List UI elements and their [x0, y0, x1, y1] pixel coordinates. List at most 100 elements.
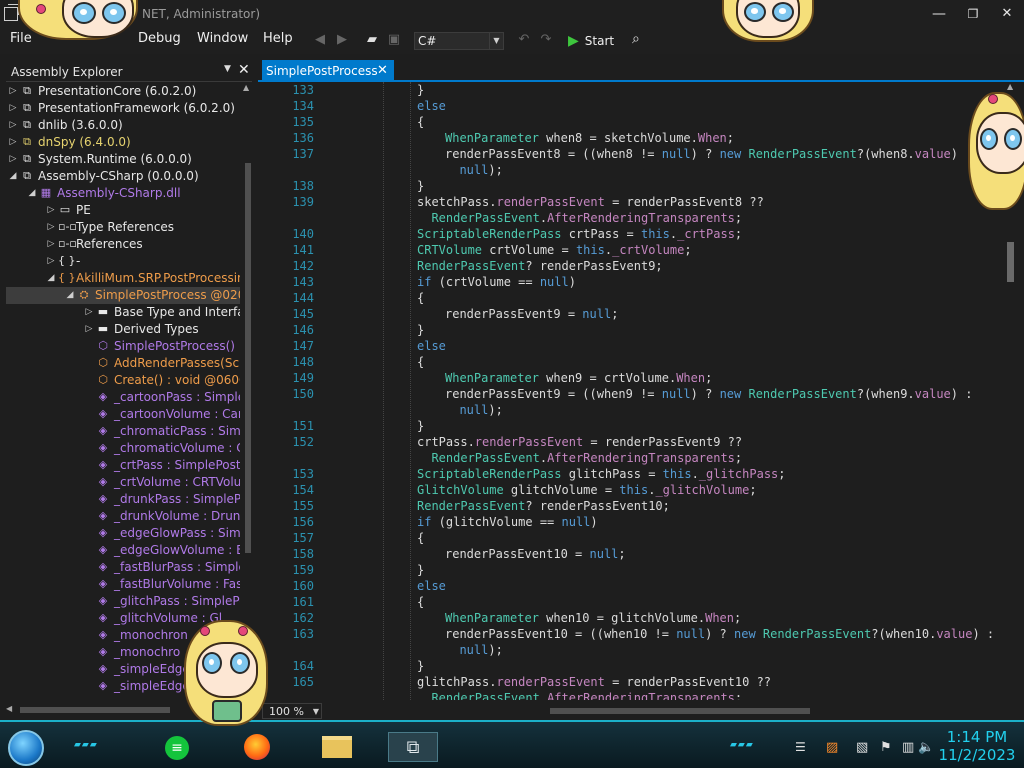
expand-icon[interactable]: ▷: [46, 253, 56, 270]
code-line[interactable]: 144 {: [280, 290, 1004, 306]
code-line[interactable]: RenderPassEvent.AfterRenderingTransparen…: [280, 210, 1004, 226]
scroll-up-icon[interactable]: ▲: [243, 83, 249, 92]
scrollbar-thumb[interactable]: [20, 707, 170, 713]
code-line[interactable]: 146}: [280, 322, 1004, 338]
tree-item[interactable]: ◈ _drunkVolume : Drunk: [6, 508, 240, 525]
code-line[interactable]: 133}: [280, 82, 1004, 98]
code-line[interactable]: 156 if (glitchVolume == null): [280, 514, 1004, 530]
close-icon[interactable]: ✕: [377, 60, 388, 82]
tree-item[interactable]: ⬡ SimplePostProcess() : v: [6, 338, 240, 355]
code-line[interactable]: 142 RenderPassEvent? renderPassEvent9;: [280, 258, 1004, 274]
code-line[interactable]: 140 ScriptableRenderPass crtPass = this._…: [280, 226, 1004, 242]
collapse-icon[interactable]: ◢: [8, 168, 18, 185]
collapse-icon[interactable]: ◢: [46, 270, 56, 287]
code-line[interactable]: 157 {: [280, 530, 1004, 546]
scrollbar-thumb[interactable]: [550, 708, 810, 714]
code-line[interactable]: RenderPassEvent.AfterRenderingTransparen…: [280, 690, 1004, 700]
menu-window[interactable]: Window: [197, 31, 248, 46]
code-line[interactable]: 141 CRTVolume crtVolume = this._crtVolume…: [280, 242, 1004, 258]
tree-item[interactable]: ◈ _cartoonVolume : Cart: [6, 406, 240, 423]
code-line[interactable]: 151}: [280, 418, 1004, 434]
editor-horizontal-scrollbar[interactable]: [330, 707, 1010, 715]
flag-icon[interactable]: ⚑: [880, 740, 892, 755]
show-hidden-icons-icon[interactable]: ☰: [795, 740, 806, 754]
redo-icon[interactable]: ↷: [538, 32, 554, 48]
tree-item[interactable]: ▷ ▬ Derived Types: [6, 321, 240, 338]
code-line[interactable]: 147 else: [280, 338, 1004, 354]
code-line[interactable]: 155 RenderPassEvent? renderPassEvent10;: [280, 498, 1004, 514]
code-line[interactable]: 137 renderPassEvent8 = ((when8 != null) ?…: [280, 146, 1004, 162]
navigate-back-icon[interactable]: ◀: [312, 32, 328, 48]
tree-item[interactable]: ▷ ⧉ PresentationFramework (6.0.2.0): [6, 100, 240, 117]
tree-item[interactable]: ▷ ▭ PE: [6, 202, 240, 219]
tree-item[interactable]: ▷ ⧉ dnlib (3.6.0.0): [6, 117, 240, 134]
language-select[interactable]: C# ▼: [414, 32, 504, 50]
open-folder-icon[interactable]: ▰: [364, 32, 380, 48]
expand-icon[interactable]: ▷: [84, 304, 94, 321]
tree-item[interactable]: ◈ _drunkPass : SimplePo: [6, 491, 240, 508]
clock[interactable]: 1:14 PM 11/2/2023: [934, 728, 1020, 764]
code-line[interactable]: RenderPassEvent.AfterRenderingTransparen…: [280, 450, 1004, 466]
code-line[interactable]: 149 WhenParameter when9 = crtVolume.When;: [280, 370, 1004, 386]
tree-item[interactable]: ◈ _chromaticVolume : C: [6, 440, 240, 457]
tree-item[interactable]: ◈ _glitchPass : SimplePo: [6, 593, 240, 610]
close-button[interactable]: ✕: [990, 0, 1024, 28]
explorer-vertical-scrollbar[interactable]: ▲: [242, 83, 254, 706]
search-icon[interactable]: ⌕: [632, 31, 650, 49]
code-line[interactable]: 160 else: [280, 578, 1004, 594]
code-line[interactable]: 143 if (crtVolume == null): [280, 274, 1004, 290]
tree-item[interactable]: ◢{ } AkilliMum.SRP.PostProcessing: [6, 270, 240, 287]
code-line[interactable]: 165 glitchPass.renderPassEvent = renderPa…: [280, 674, 1004, 690]
taskbar-app-file-explorer[interactable]: [312, 732, 362, 762]
tree-item[interactable]: ◈ _cartoonPass : SimpleF: [6, 389, 240, 406]
tree-item[interactable]: ▷ ▫-▫ Type References: [6, 219, 240, 236]
code-line[interactable]: 159}: [280, 562, 1004, 578]
maximize-button[interactable]: ❐: [956, 0, 990, 28]
tree-item[interactable]: ⬡ Create() : void @06000: [6, 372, 240, 389]
image-icon[interactable]: ▧: [856, 740, 868, 755]
tree-item[interactable]: ▷ ⧉ System.Runtime (6.0.0.0): [6, 151, 240, 168]
code-line[interactable]: 138}: [280, 178, 1004, 194]
expand-icon[interactable]: ▷: [8, 83, 18, 100]
code-line[interactable]: null);: [280, 402, 1004, 418]
tree-item[interactable]: ◈ _edgeGlowPass : Simp: [6, 525, 240, 542]
tree-item[interactable]: ▷▬ Base Type and Interfaces: [6, 304, 240, 321]
code-line[interactable]: 161 {: [280, 594, 1004, 610]
expand-icon[interactable]: ▷: [84, 321, 94, 338]
expand-icon[interactable]: ▷: [8, 117, 18, 134]
save-all-icon[interactable]: ▣: [386, 32, 402, 48]
tree-item[interactable]: ▷{ } -: [6, 253, 240, 270]
code-line[interactable]: 135 {: [280, 114, 1004, 130]
scrollbar-thumb[interactable]: [245, 163, 251, 553]
undo-icon[interactable]: ↶: [516, 32, 532, 48]
code-line[interactable]: 145 renderPassEvent9 = null;: [280, 306, 1004, 322]
code-line[interactable]: 134 else: [280, 98, 1004, 114]
tree-item[interactable]: ◈ _crtPass : SimplePostP: [6, 457, 240, 474]
expand-icon[interactable]: ▷: [46, 202, 56, 219]
window-icon[interactable]: [4, 4, 19, 21]
taskbar-app-dnspy[interactable]: ⧉: [388, 732, 438, 762]
code-line[interactable]: 139 sketchPass.renderPassEvent = renderPa…: [280, 194, 1004, 210]
expand-icon[interactable]: ▷: [8, 151, 18, 168]
tree-item[interactable]: ▷ ⧉ PresentationCore (6.0.2.0): [6, 83, 240, 100]
scrollbar-thumb[interactable]: [1007, 242, 1014, 282]
collapse-icon[interactable]: ◢: [65, 287, 75, 304]
expand-icon[interactable]: ▷: [46, 236, 56, 253]
code-line[interactable]: 154 GlitchVolume glitchVolume = this._gli…: [280, 482, 1004, 498]
expand-icon[interactable]: ▷: [8, 134, 18, 151]
start-menu-button[interactable]: [8, 730, 44, 766]
code-view[interactable]: 133} 134 else 135{136 WhenParameter when8 = …: [280, 82, 1004, 700]
tree-item[interactable]: ◈ _crtVolume : CRTVolur: [6, 474, 240, 491]
code-line[interactable]: 150 renderPassEvent9 = ((when9 != null) ?…: [280, 386, 1004, 402]
code-line[interactable]: 153 ScriptableRenderPass glitchPass = thi…: [280, 466, 1004, 482]
tree-item[interactable]: ◈ _fastBlurVolume : Fastl: [6, 576, 240, 593]
start-debug-button[interactable]: ▶ Start: [568, 31, 614, 51]
scroll-left-icon[interactable]: ◀: [6, 704, 12, 713]
collapse-icon[interactable]: ◢: [27, 185, 37, 202]
code-line[interactable]: null);: [280, 642, 1004, 658]
tray-app-icon[interactable]: ▨: [826, 740, 838, 755]
tree-item[interactable]: ◢ ⛭ SimplePostProcess @02000: [6, 287, 240, 304]
tree-item[interactable]: ▷ ▫-▫ References: [6, 236, 240, 253]
tree-item[interactable]: ◢ ⧉ Assembly-CSharp (0.0.0.0): [6, 168, 240, 185]
tree-item[interactable]: ⬡ AddRenderPasses(Scrip: [6, 355, 240, 372]
